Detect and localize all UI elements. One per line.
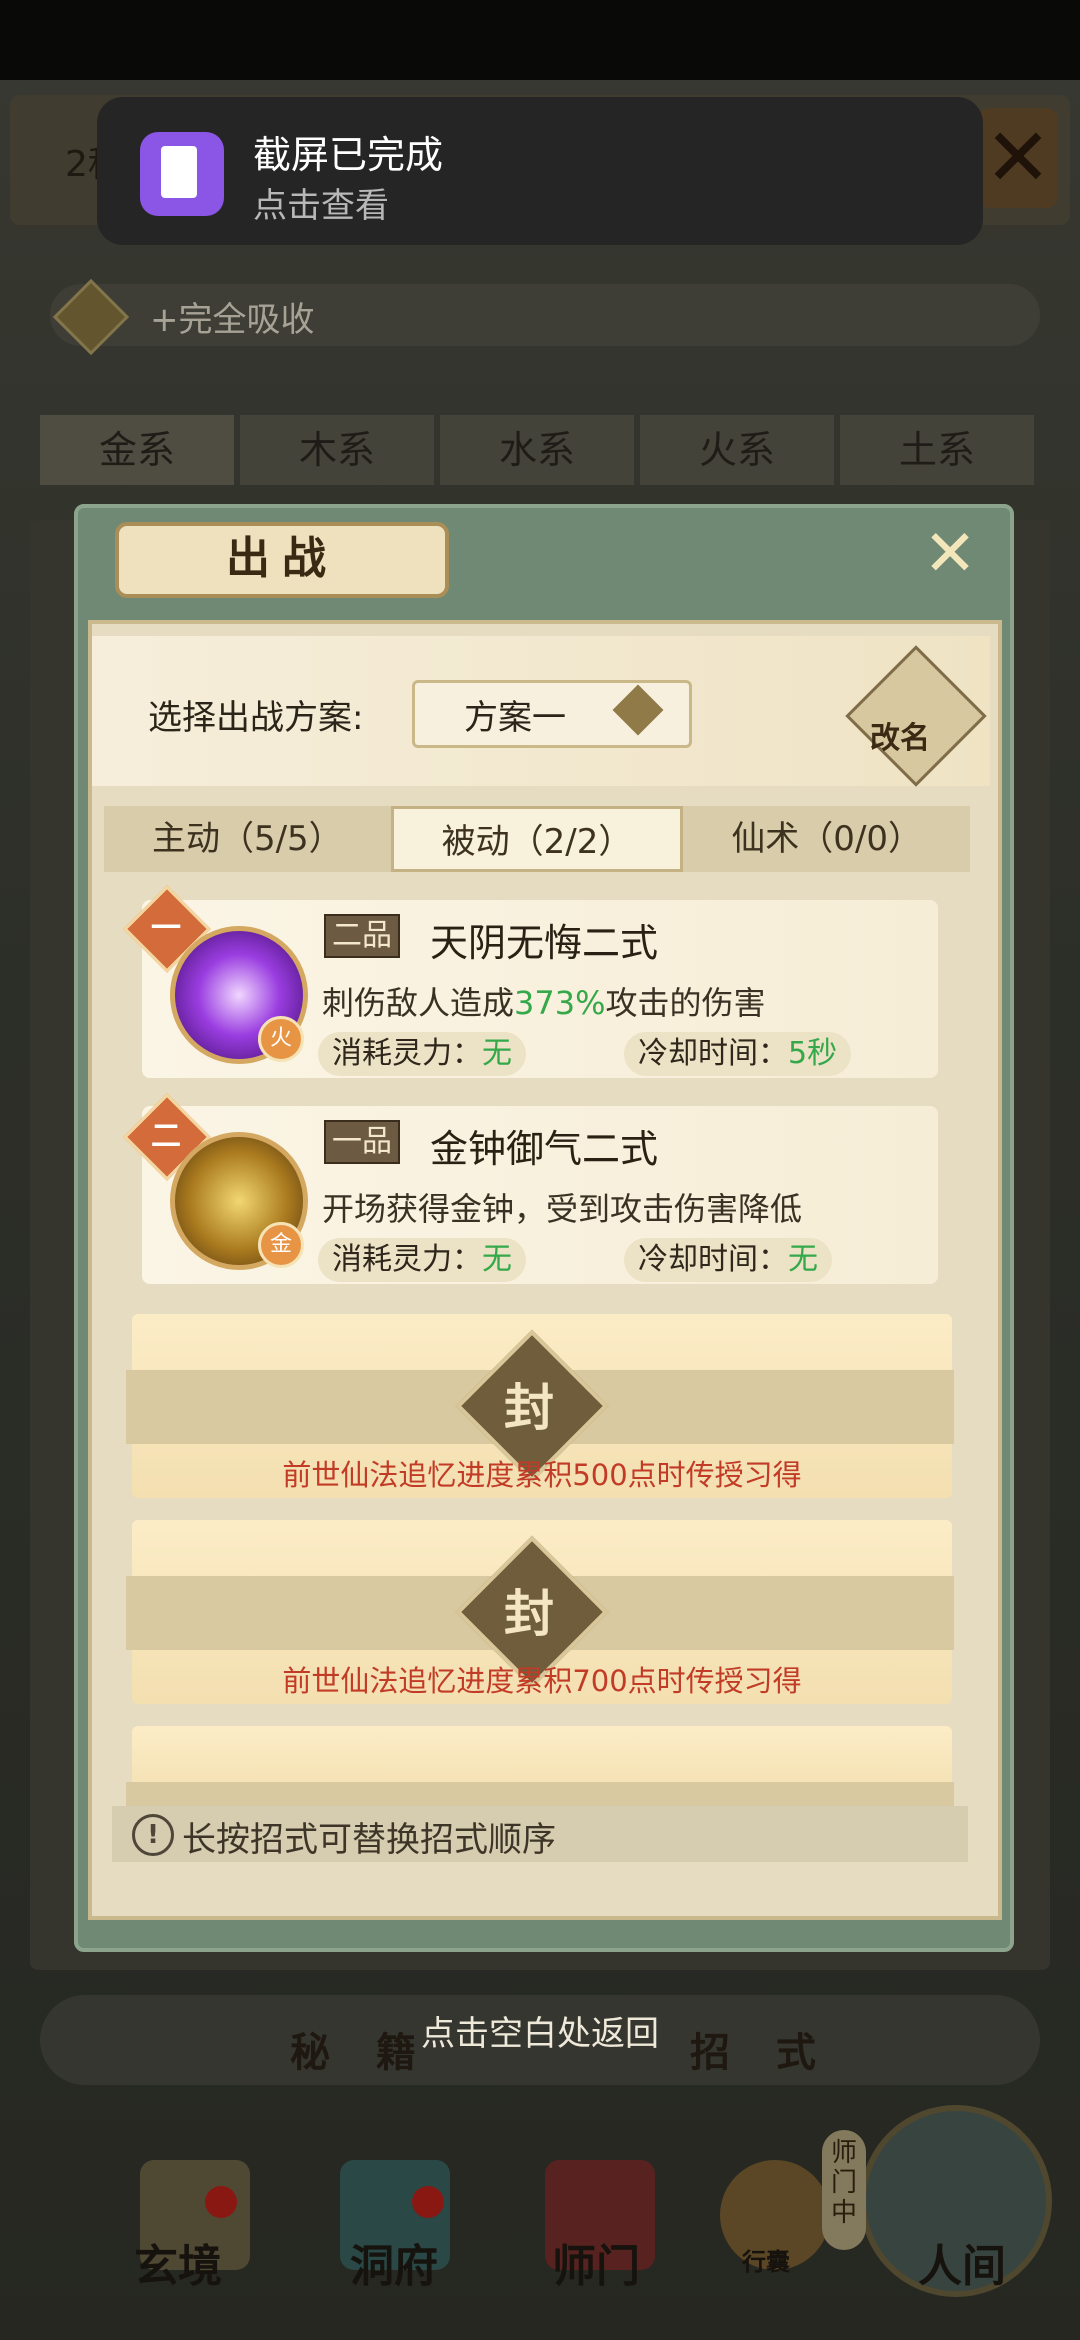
scheme-label: 选择出战方案:	[148, 698, 364, 738]
skill-description: 刺伤敌人造成373%攻击的伤害	[322, 984, 766, 1022]
cost-stat: 消耗灵力：无	[318, 1032, 526, 1076]
rank-label: 二	[151, 1119, 181, 1154]
rename-label: 改名	[870, 721, 930, 756]
skill-tabs: 主动（5/5） 被动（2/2） 仙术（0/0）	[104, 806, 970, 872]
screenshot-icon-page	[161, 146, 197, 198]
screenshot-notification[interactable]	[97, 97, 983, 245]
unlock-condition: 前世仙法追忆进度累积700点时传授习得	[282, 1664, 802, 1698]
unlock-condition: 前世仙法追忆进度累积500点时传授习得	[282, 1458, 802, 1492]
notification-subtitle: 点击查看	[253, 186, 389, 226]
tab-passive-skills[interactable]: 被动（2/2）	[390, 806, 684, 872]
tip-text: 长按招式可替换招式顺序	[182, 1820, 556, 1860]
skill-name: 天阴无悔二式	[430, 921, 659, 965]
locked-band	[126, 1782, 954, 1806]
cost-stat: 消耗灵力：无	[318, 1238, 526, 1282]
seal-label: 封	[504, 1584, 554, 1643]
notification-title: 截屏已完成	[253, 133, 444, 177]
cooldown-stat: 冷却时间：5秒	[624, 1032, 852, 1076]
close-icon[interactable]: ✕	[920, 522, 980, 586]
rank-label: 一	[151, 911, 181, 946]
modal-title: 出战	[226, 533, 338, 584]
seal-label: 封	[504, 1378, 554, 1437]
tab-immortal-arts[interactable]: 仙术（0/0）	[683, 806, 970, 872]
skill-name: 金钟御气二式	[430, 1127, 659, 1171]
grade-badge: 一品	[324, 1120, 400, 1164]
skill-description: 开场获得金钟，受到攻击伤害降低	[322, 1190, 803, 1228]
cooldown-stat: 冷却时间：无	[624, 1238, 832, 1282]
fire-element-badge: 火	[258, 1016, 304, 1062]
metal-element-badge: 金	[258, 1222, 304, 1268]
tab-active-skills[interactable]: 主动（5/5）	[104, 806, 391, 872]
damage-percent: 373%	[514, 984, 606, 1022]
grade-badge: 二品	[324, 914, 400, 958]
info-icon: !	[132, 1814, 174, 1856]
return-hint: 点击空白处返回	[421, 2014, 659, 2054]
scheme-value: 方案一	[464, 698, 566, 738]
